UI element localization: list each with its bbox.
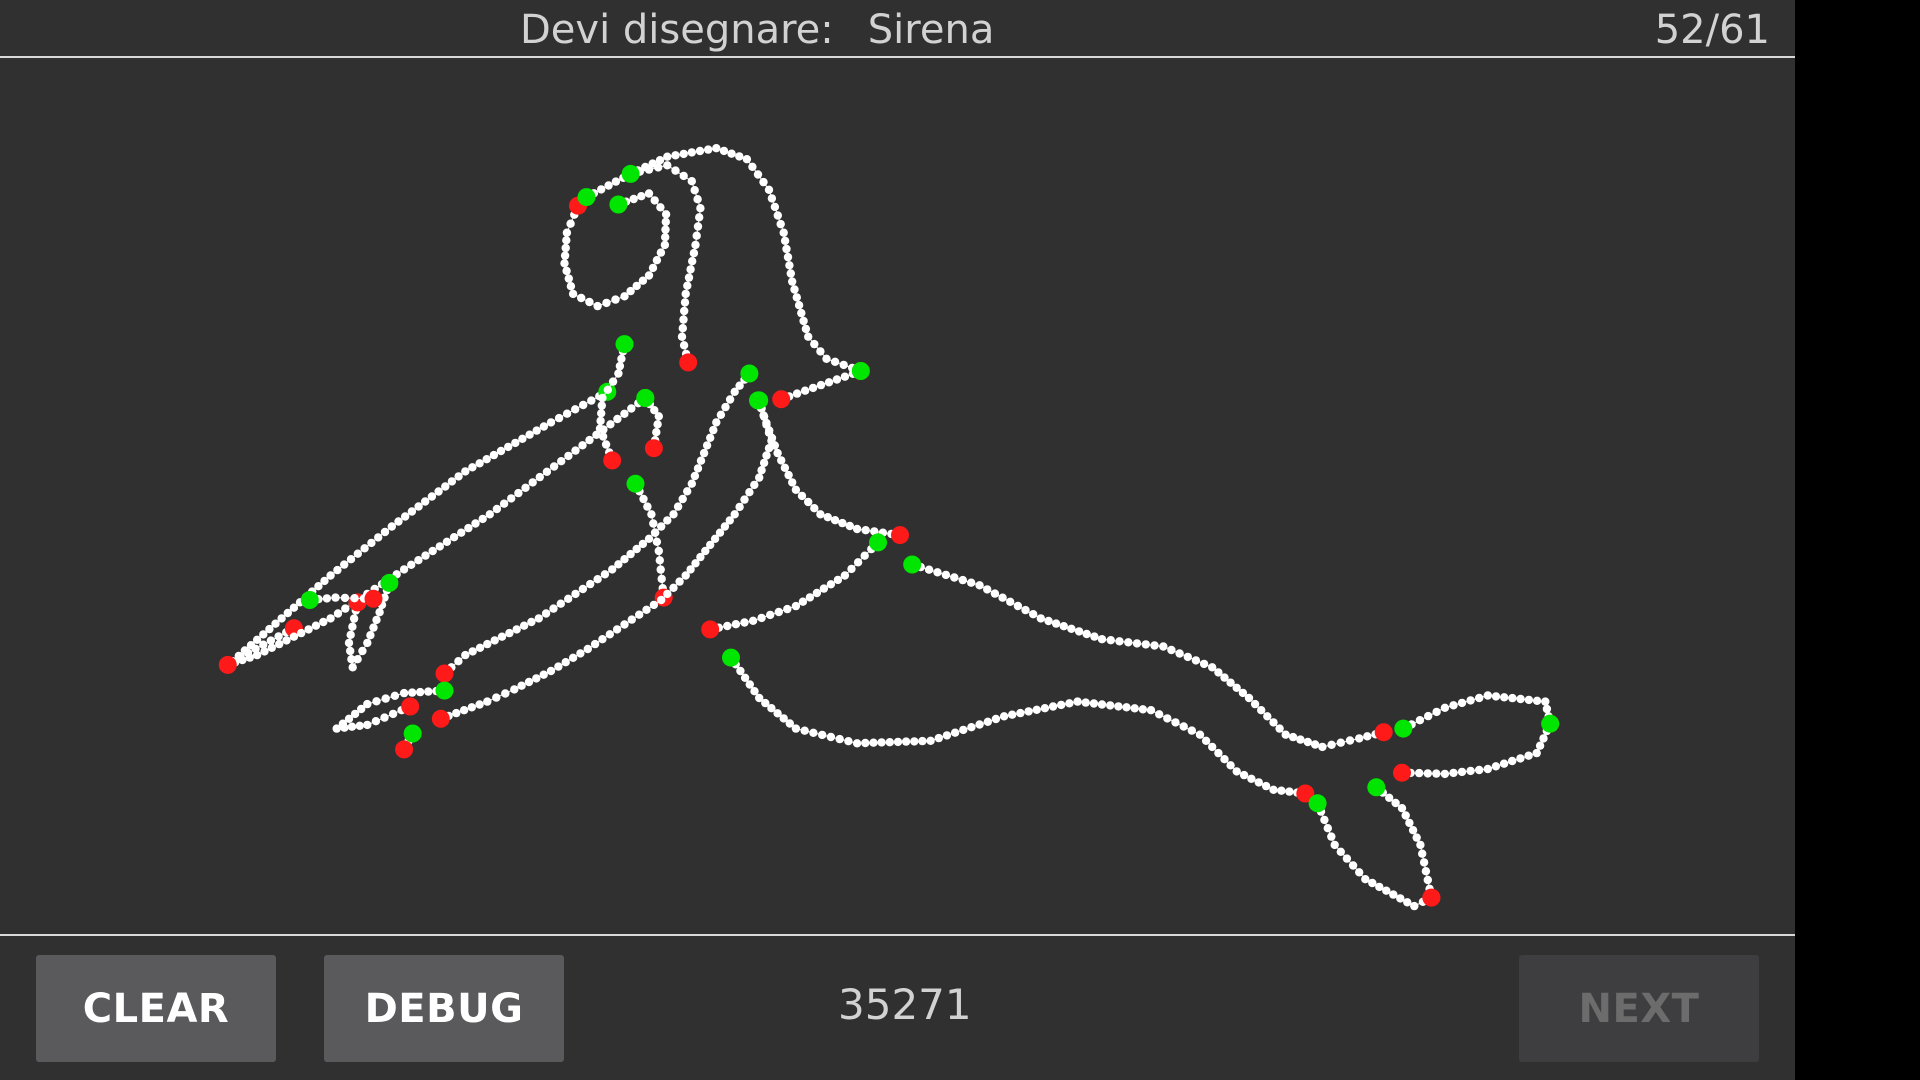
stroke-start-marker [749,391,767,410]
sketch-stroke [722,648,1315,803]
stroke-end-marker [218,655,237,674]
stroke-start-marker [609,195,628,214]
stroke-start-marker [1541,714,1560,733]
stroke-end-marker [1374,723,1393,742]
sketch-stroke [1394,691,1560,738]
stroke-end-marker [603,451,622,470]
stroke-end-marker [1393,763,1411,782]
prompt-text: Devi disegnare: Sirena [520,4,994,56]
stroke-end-marker [772,390,791,409]
sketch-stroke [772,362,870,409]
stroke-end-marker [401,697,420,716]
debug-button[interactable]: DEBUG [324,955,564,1062]
stroke-start-marker [380,573,399,592]
stroke-end-marker [891,526,909,545]
stroke-end-marker [435,664,454,683]
sketch-drawing [218,144,1560,911]
sketch-stroke [701,533,887,639]
stroke-start-marker [1308,794,1327,813]
stroke-start-marker [300,591,319,609]
stroke-start-marker [740,364,759,383]
stroke-start-marker [615,335,634,354]
stroke-start-marker [636,389,655,407]
progress-counter: 52/61 [1654,7,1770,53]
sketch-stroke [595,335,634,470]
stroke-start-marker [621,164,640,183]
stroke-start-marker [869,533,887,552]
stroke-end-marker [364,589,383,608]
stroke-start-marker [851,362,870,380]
stroke-end-marker [679,353,698,372]
stroke-start-marker [435,681,454,700]
sketch-stroke [1393,714,1560,782]
stroke-end-marker [701,620,720,639]
drawing-app: Devi disegnare: Sirena 52/61 CLEAR DEBUG … [0,0,1795,1080]
stroke-start-marker [1367,778,1386,797]
stroke-start-marker [626,474,645,493]
drawing-canvas[interactable] [0,58,1795,934]
sketch-stroke [228,382,617,666]
stroke-end-marker [395,740,414,759]
sketch-stroke [621,161,705,372]
next-button[interactable]: NEXT [1519,955,1759,1062]
sketch-stroke [749,391,909,545]
score-value: 35271 [838,980,972,1029]
sketch-stroke [560,189,671,311]
stroke-start-marker [903,555,922,574]
sketch-stroke [300,589,383,609]
stroke-end-marker [1422,888,1441,907]
clear-button[interactable]: CLEAR [36,955,276,1062]
stroke-start-marker [1394,719,1413,738]
stroke-start-marker [577,188,596,207]
stroke-end-marker [431,709,450,728]
stroke-end-marker [644,439,663,458]
sketch-stroke [395,724,422,759]
target-word: Sirena [867,7,995,53]
footer-divider [0,934,1795,936]
header-bar: Devi disegnare: Sirena 52/61 [0,0,1795,56]
sketch-stroke [636,389,663,458]
stroke-start-marker [722,648,740,667]
stroke-start-marker [403,724,422,743]
prompt-label: Devi disegnare: [520,7,834,53]
